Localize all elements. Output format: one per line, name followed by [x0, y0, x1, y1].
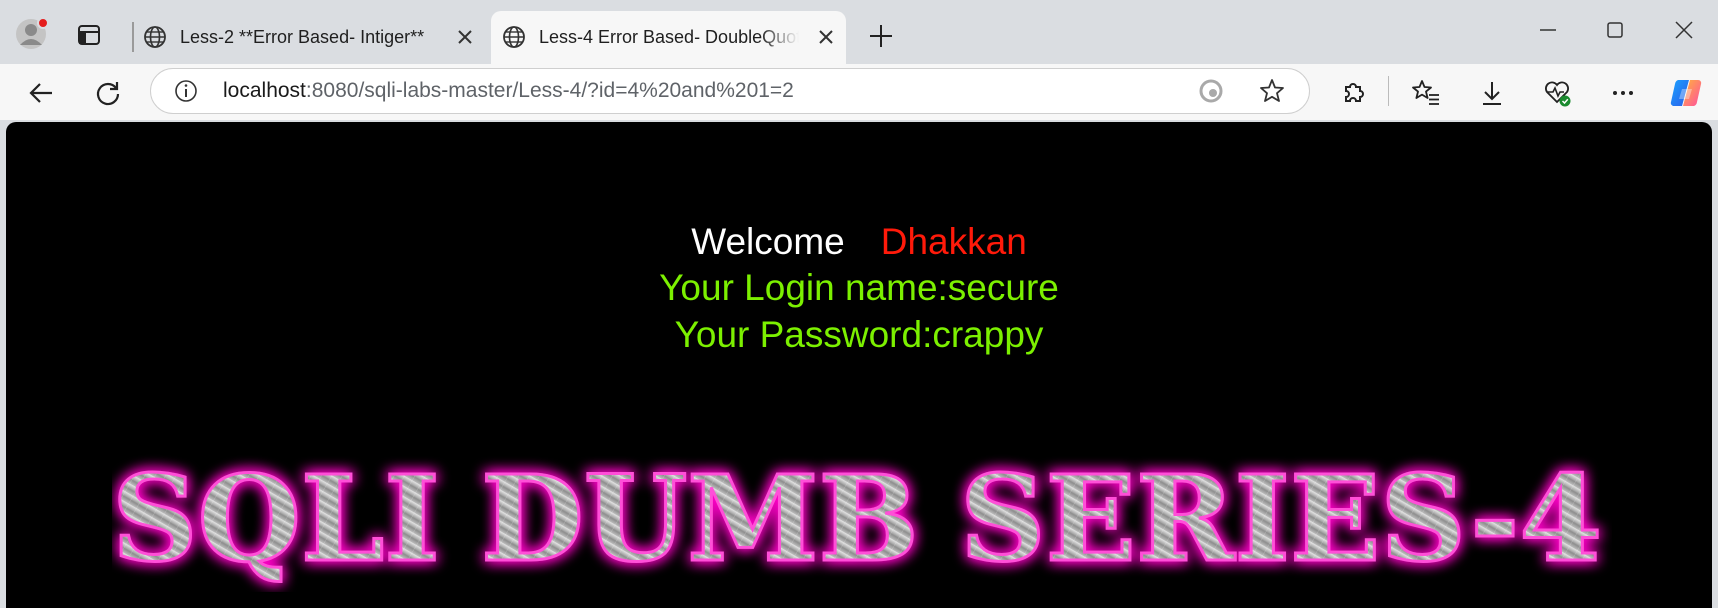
tab-title: Less-4 Error Based- DoubleQuotes- String — [539, 27, 799, 47]
profile-avatar-icon[interactable] — [14, 16, 50, 52]
address-bar[interactable]: localhost:8080/sqli-labs-master/Less-4/?… — [150, 68, 1310, 114]
toolbar-divider — [1388, 76, 1389, 106]
star-icon[interactable] — [1258, 77, 1286, 105]
tab-title: Less-2 **Error Based- Intiger** — [180, 27, 425, 47]
copilot-icon[interactable] — [1668, 75, 1704, 111]
url-text[interactable]: localhost:8080/sqli-labs-master/Less-4/?… — [223, 79, 794, 103]
banner-text: SQLI DUMB SERIES-4 — [112, 449, 1602, 588]
tab-actions-icon[interactable] — [76, 22, 102, 48]
refresh-icon[interactable] — [93, 78, 123, 108]
close-icon[interactable] — [452, 24, 478, 50]
globe-icon — [142, 24, 168, 50]
close-icon[interactable] — [813, 24, 839, 50]
url-path: :8080/sqli-labs-master/Less-4/?id=4%20an… — [305, 79, 794, 102]
login-name-text: Your Login name:secure — [659, 267, 1059, 308]
username-text: Dhakkan — [880, 221, 1027, 262]
puzzle-icon[interactable] — [1338, 78, 1368, 108]
globe-icon — [501, 24, 527, 50]
edge-refresh-icon[interactable] — [1198, 78, 1224, 104]
more-icon[interactable] — [1608, 78, 1638, 108]
window-close-icon[interactable] — [1670, 16, 1698, 44]
heartbeat-icon[interactable] — [1542, 78, 1572, 108]
url-host: localhost — [223, 79, 306, 102]
plus-icon[interactable] — [866, 21, 896, 51]
tab-less-4[interactable]: Less-4 Error Based- DoubleQuotes- String — [491, 11, 846, 64]
page-viewport: Welcome Dhakkan Your Login name:secure Yo… — [6, 122, 1712, 608]
welcome-line: Welcome Dhakkan — [6, 218, 1712, 265]
navigation-toolbar: localhost:8080/sqli-labs-master/Less-4/?… — [0, 64, 1718, 120]
back-arrow-icon[interactable] — [26, 78, 56, 108]
password-text: Your Password:crappy — [674, 314, 1044, 355]
maximize-icon[interactable] — [1601, 16, 1629, 44]
info-icon[interactable] — [173, 78, 199, 104]
tab-less-2[interactable]: Less-2 **Error Based- Intiger** — [132, 11, 482, 64]
download-icon[interactable] — [1477, 78, 1507, 108]
minimize-icon[interactable] — [1534, 16, 1562, 44]
sqli-dumb-series-banner: SQLI DUMB SERIES-4 — [112, 448, 1603, 590]
tab-strip: Less-2 **Error Based- Intiger** Less-4 E… — [0, 0, 1718, 64]
favorites-icon[interactable] — [1411, 78, 1441, 108]
welcome-text: Welcome — [691, 221, 845, 262]
